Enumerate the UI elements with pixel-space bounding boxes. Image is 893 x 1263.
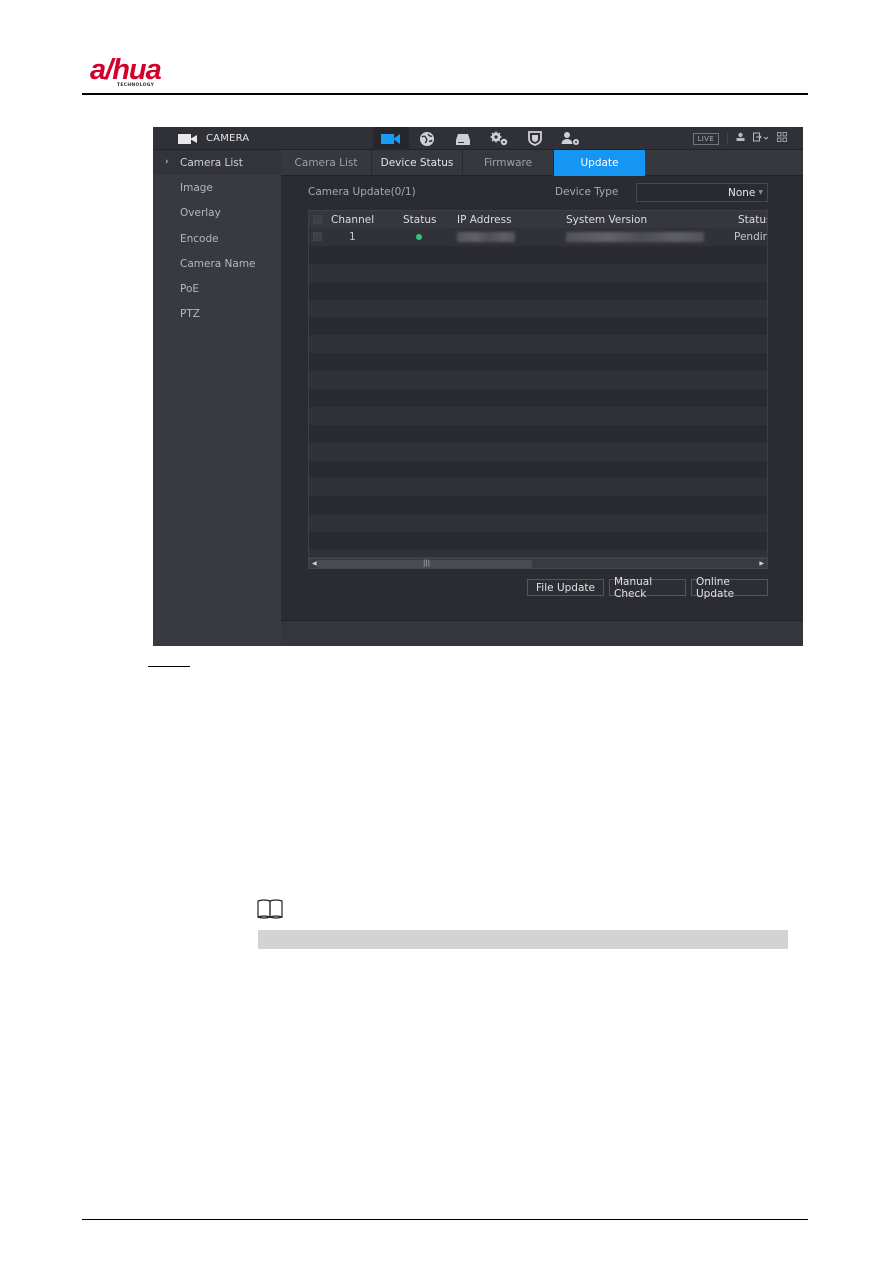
horizontal-scrollbar[interactable]: ◀ ||| ▶: [308, 558, 768, 569]
sidebar-item-ptz[interactable]: PTZ: [153, 302, 281, 327]
table-row-empty: [309, 478, 767, 497]
manual-check-button[interactable]: Manual Check: [609, 576, 686, 600]
table-row-empty: [309, 550, 767, 557]
table-row-empty: [309, 514, 767, 533]
sidebar-item-label: PoE: [180, 283, 200, 296]
note-bar: [258, 930, 788, 949]
top-bar: CAMERA LIVE: [153, 127, 803, 150]
cell-system-version-blurred: [566, 231, 704, 242]
table-row-empty: [309, 496, 767, 515]
dahua-logo: a/hua TECHNOLOGY: [90, 54, 162, 89]
table-row-empty: [309, 424, 767, 443]
sidebar-item-label: Camera List: [180, 156, 243, 169]
file-update-button[interactable]: File Update: [527, 579, 604, 596]
row-checkbox[interactable]: [313, 232, 322, 242]
sidebar-item-label: Image: [180, 181, 213, 194]
tab-camera-list[interactable]: Camera List: [281, 150, 372, 176]
logout-icon[interactable]: [753, 132, 769, 146]
chevron-down-icon: ▼: [758, 189, 763, 196]
sidebar-item-camera-list[interactable]: › Camera List: [153, 150, 281, 176]
sidebar-item-camera-name[interactable]: Camera Name: [153, 251, 281, 276]
status-online-dot: [416, 233, 422, 240]
footer-bar: [281, 620, 803, 646]
camera-update-count-label: Camera Update(0/1): [308, 186, 416, 198]
device-type-value: None: [727, 186, 756, 199]
sidebar-item-image[interactable]: Image: [153, 175, 281, 200]
module-title: CAMERA: [178, 127, 249, 150]
camera-icon: [178, 133, 198, 144]
logo-text-a: a: [90, 54, 106, 86]
sidebar-item-encode[interactable]: Encode: [153, 226, 281, 251]
tab-update[interactable]: Update: [554, 150, 645, 176]
sidebar-item-label: PTZ: [180, 308, 200, 321]
table-row[interactable]: 1 Pendin: [309, 228, 767, 246]
select-all-checkbox[interactable]: [313, 215, 322, 224]
nvr-camera-update-screen: CAMERA LIVE › Camera List Image Overlay …: [153, 127, 803, 646]
security-shield-nav-icon[interactable]: [517, 127, 553, 150]
tab-bar: Camera List Device Status Firmware Updat…: [281, 150, 803, 176]
account-settings-nav-icon[interactable]: [553, 127, 589, 150]
table-row-empty: [309, 353, 767, 372]
footer-rule: [82, 1219, 808, 1220]
device-type-label: Device Type: [555, 186, 619, 198]
table-row-empty: [309, 245, 767, 264]
sidebar-item-poe[interactable]: PoE: [153, 276, 281, 301]
storage-nav-icon[interactable]: [445, 127, 481, 150]
cell-channel: 1: [349, 230, 356, 243]
header-channel: Channel: [331, 213, 375, 226]
header-update-status: Status: [738, 213, 767, 226]
header-system-version: System Version: [566, 213, 648, 226]
table-row-empty: [309, 371, 767, 390]
step-label-underline: [148, 666, 190, 667]
camera-nav-icon[interactable]: [373, 127, 409, 150]
user-icon[interactable]: [736, 132, 745, 146]
device-type-select[interactable]: None ▼: [636, 183, 768, 202]
sidebar-item-label: Encode: [180, 232, 219, 245]
online-update-button[interactable]: Online Update: [691, 576, 768, 600]
header-rule: [82, 93, 808, 95]
header-status: Status: [403, 213, 437, 226]
system-settings-nav-icon[interactable]: [481, 127, 517, 150]
scroll-left-icon[interactable]: ◀: [312, 559, 317, 568]
divider: [727, 132, 728, 145]
cell-ip-address-blurred: [457, 231, 515, 242]
main-panel: Camera List Device Status Firmware Updat…: [281, 150, 803, 646]
camera-update-table: Channel Status IP Address System Version…: [308, 210, 768, 558]
table-row-empty: [309, 389, 767, 407]
cell-update-status: Pendin: [734, 230, 768, 243]
scroll-right-icon[interactable]: ▶: [759, 559, 764, 568]
module-title-text: CAMERA: [206, 133, 250, 144]
sidebar: › Camera List Image Overlay Encode Camer…: [153, 150, 281, 646]
sidebar-item-label: Camera Name: [180, 257, 256, 270]
header-ip-address: IP Address: [457, 213, 512, 226]
sidebar-item-label: Overlay: [180, 207, 221, 220]
logo-tagline: TECHNOLOGY: [117, 83, 155, 88]
tab-firmware[interactable]: Firmware: [463, 150, 554, 176]
table-header: Channel Status IP Address System Version…: [309, 211, 767, 228]
table-row-empty: [309, 281, 767, 300]
table-row-empty: [309, 532, 767, 551]
grid-menu-icon[interactable]: [777, 131, 787, 146]
book-note-icon: [257, 899, 285, 919]
table-row-empty: [309, 406, 767, 425]
chevron-right-icon: ›: [165, 157, 169, 167]
table-row-empty: [309, 460, 767, 479]
update-content: Camera Update(0/1) Device Type None ▼ Ch…: [281, 177, 803, 620]
scrollbar-grip-icon: |||: [423, 559, 431, 567]
table-row-empty: [309, 299, 767, 318]
network-nav-icon[interactable]: [409, 127, 445, 150]
live-button[interactable]: LIVE: [692, 132, 719, 145]
action-buttons: File Update Manual Check Online Update: [527, 576, 768, 600]
sidebar-item-overlay[interactable]: Overlay: [153, 201, 281, 226]
main-nav: [373, 127, 589, 150]
table-row-empty: [309, 442, 767, 461]
logo-text-rest: hua: [112, 54, 162, 86]
table-row-empty: [309, 263, 767, 282]
table-row-empty: [309, 335, 767, 354]
tab-device-status[interactable]: Device Status: [372, 150, 463, 176]
table-row-empty: [309, 317, 767, 336]
top-right-controls: LIVE: [692, 127, 787, 150]
